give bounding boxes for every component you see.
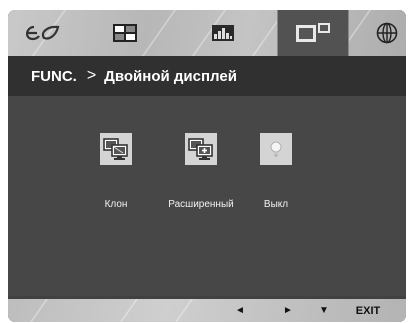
clone-display-icon	[103, 138, 128, 160]
option-off-box[interactable]	[260, 133, 292, 165]
exit-button[interactable]: EXIT	[348, 299, 388, 322]
option-clone-box[interactable]	[100, 133, 132, 165]
left-button[interactable]: ◄	[230, 299, 250, 322]
osd-menu: FUNC. > Двойной дисплей Клон Расширенный…	[8, 10, 406, 322]
func-icon	[296, 23, 330, 42]
language-globe-icon	[376, 22, 398, 44]
tab-func[interactable]	[277, 10, 349, 56]
tab-bar	[8, 10, 406, 56]
tab-picture[interactable]	[102, 10, 148, 56]
off-bulb-icon	[270, 141, 282, 157]
tab-color[interactable]	[200, 10, 246, 56]
page-title: Двойной дисплей	[104, 67, 237, 85]
picture-settings-icon	[113, 24, 137, 42]
option-extended-box[interactable]	[185, 133, 217, 165]
extended-display-icon	[188, 138, 213, 160]
down-button[interactable]: ▼	[314, 299, 334, 322]
breadcrumb-separator: >	[86, 67, 97, 84]
tab-eco[interactable]	[10, 10, 74, 56]
option-extended-label: Расширенный	[168, 199, 234, 210]
option-clone-label: Клон	[104, 199, 128, 210]
option-off[interactable]: Выкл	[226, 133, 326, 210]
right-button[interactable]: ►	[278, 299, 298, 322]
breadcrumb: FUNC. > Двойной дисплей	[8, 56, 406, 96]
button-bar: ◄ ► ▼ EXIT	[8, 299, 406, 322]
tab-language[interactable]	[368, 10, 406, 56]
color-settings-icon	[212, 25, 234, 41]
options-area: Клон Расширенный Выкл	[8, 96, 406, 296]
picture-eco-icon	[26, 25, 60, 41]
option-off-label: Выкл	[263, 199, 289, 210]
breadcrumb-section: FUNC.	[31, 67, 77, 85]
